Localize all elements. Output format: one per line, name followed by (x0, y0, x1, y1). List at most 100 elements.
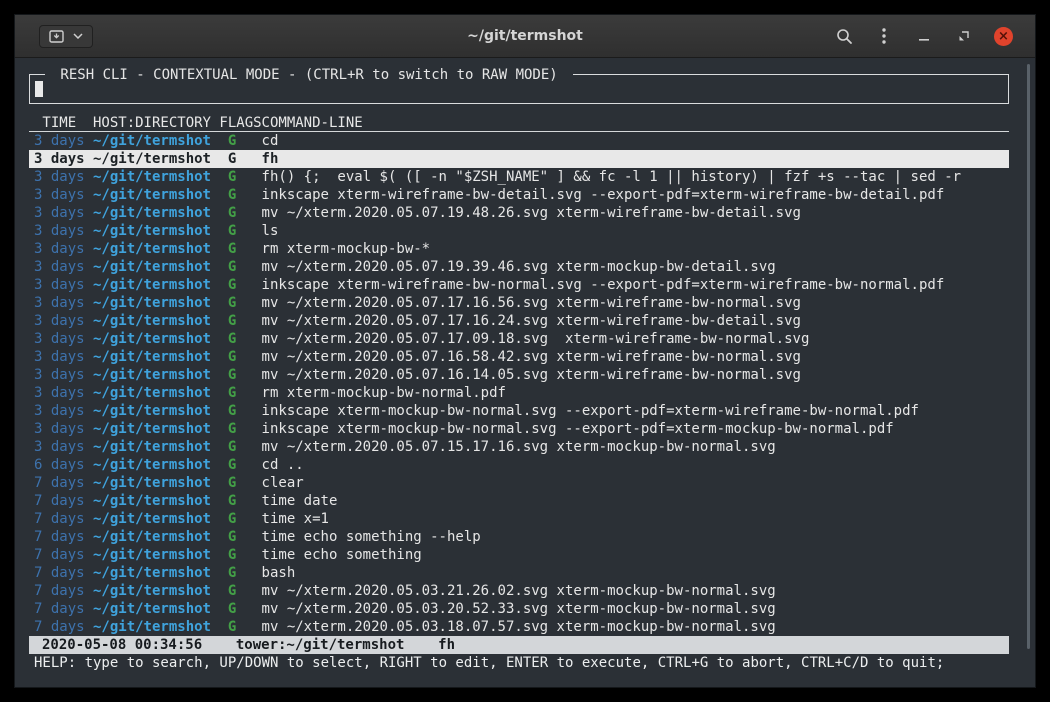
row-host-directory: ~/git/termshot (93, 312, 211, 330)
history-row[interactable]: 7 days ~/git/termshot G time x=1 (29, 510, 1009, 528)
history-row[interactable]: 3 days ~/git/termshot G cd (29, 132, 1009, 150)
row-time: 3 days (34, 150, 85, 168)
row-flags: G (219, 186, 253, 204)
row-flags: G (219, 312, 253, 330)
history-row[interactable]: 3 days ~/git/termshot G inkscape xterm-w… (29, 186, 1009, 204)
history-list: 3 days ~/git/termshot G cd 3 days ~/git/… (29, 132, 1009, 636)
history-row[interactable]: 3 days ~/git/termshot G fh() {; eval $( … (29, 168, 1009, 186)
row-flags: G (219, 618, 253, 636)
row-time: 7 days (34, 546, 85, 564)
status-datetime: 2020-05-08 00:34:56 (42, 637, 202, 653)
history-row[interactable]: 7 days ~/git/termshot G mv ~/xterm.2020.… (29, 600, 1009, 618)
row-time: 7 days (34, 582, 85, 600)
history-row[interactable]: 3 days ~/git/termshot G mv ~/xterm.2020.… (29, 348, 1009, 366)
history-row[interactable]: 3 days ~/git/termshot G mv ~/xterm.2020.… (29, 330, 1009, 348)
close-button[interactable]: × (994, 27, 1013, 46)
search-icon[interactable] (834, 26, 854, 46)
history-row[interactable]: 3 days ~/git/termshot G mv ~/xterm.2020.… (29, 204, 1009, 222)
chevron-down-icon (73, 33, 83, 39)
history-row[interactable]: 3 days ~/git/termshot G mv ~/xterm.2020.… (29, 366, 1009, 384)
row-command: time x=1 (262, 510, 1004, 528)
row-flags: G (219, 528, 253, 546)
row-time: 3 days (34, 240, 85, 258)
row-flags: G (219, 294, 253, 312)
row-host-directory: ~/git/termshot (93, 492, 211, 510)
history-row[interactable]: 7 days ~/git/termshot G time echo someth… (29, 546, 1009, 564)
row-command: rm xterm-mockup-bw-normal.pdf (262, 384, 1004, 402)
row-flags: G (219, 150, 253, 168)
search-input-box[interactable]: RESH CLI - CONTEXTUAL MODE - (CTRL+R to … (29, 74, 1009, 104)
row-command: mv ~/xterm.2020.05.07.16.14.05.svg xterm… (262, 366, 1004, 384)
history-row[interactable]: 7 days ~/git/termshot G clear (29, 474, 1009, 492)
row-flags: G (219, 240, 253, 258)
column-headers: TIME HOST:DIRECTORY FLAGS COMMAND-LINE (29, 114, 1009, 132)
row-flags: G (219, 420, 253, 438)
row-time: 3 days (34, 132, 85, 150)
restore-icon[interactable] (954, 26, 974, 46)
row-time: 3 days (34, 186, 85, 204)
status-host-directory: tower:~/git/termshot (236, 637, 405, 653)
close-icon: × (998, 30, 1009, 43)
row-command: cd .. (262, 456, 1004, 474)
row-host-directory: ~/git/termshot (93, 348, 211, 366)
terminal-screen[interactable]: RESH CLI - CONTEXTUAL MODE - (CTRL+R to … (15, 58, 1035, 687)
row-time: 3 days (34, 420, 85, 438)
history-row[interactable]: 7 days ~/git/termshot G time echo someth… (29, 528, 1009, 546)
row-host-directory: ~/git/termshot (93, 276, 211, 294)
row-flags: G (219, 474, 253, 492)
history-row[interactable]: 3 days ~/git/termshot G rm xterm-mockup-… (29, 240, 1009, 258)
row-command: time echo something --help (262, 528, 1004, 546)
history-row[interactable]: 3 days ~/git/termshot G inkscape xterm-m… (29, 402, 1009, 420)
history-row[interactable]: 3 days ~/git/termshot G mv ~/xterm.2020.… (29, 438, 1009, 456)
column-header-command-line: COMMAND-LINE (262, 114, 1004, 132)
row-host-directory: ~/git/termshot (93, 366, 211, 384)
row-flags: G (219, 348, 253, 366)
row-time: 7 days (34, 618, 85, 636)
search-box-title: RESH CLI - CONTEXTUAL MODE - (CTRL+R to … (45, 66, 573, 84)
row-host-directory: ~/git/termshot (93, 222, 211, 240)
history-row[interactable]: 7 days ~/git/termshot G mv ~/xterm.2020.… (29, 582, 1009, 600)
row-time: 3 days (34, 348, 85, 366)
row-command: time echo something (262, 546, 1004, 564)
row-time: 7 days (34, 564, 85, 582)
history-row[interactable]: 6 days ~/git/termshot G cd .. (29, 456, 1009, 474)
row-flags: G (219, 456, 253, 474)
row-flags: G (219, 546, 253, 564)
row-host-directory: ~/git/termshot (93, 456, 211, 474)
history-row[interactable]: 3 days ~/git/termshot G inkscape xterm-w… (29, 276, 1009, 294)
row-command: mv ~/xterm.2020.05.07.15.17.16.svg xterm… (262, 438, 1004, 456)
row-flags: G (219, 564, 253, 582)
row-command: mv ~/xterm.2020.05.07.17.09.18.svg xterm… (262, 330, 1004, 348)
history-row[interactable]: 3 days ~/git/termshot G ls (29, 222, 1009, 240)
menu-kebab-icon[interactable] (874, 26, 894, 46)
row-time: 3 days (34, 276, 85, 294)
scrollbar[interactable] (1027, 64, 1030, 649)
row-command: cd (262, 132, 1004, 150)
history-row[interactable]: 3 days ~/git/termshot G fh (29, 150, 1009, 168)
help-bar: HELP: type to search, UP/DOWN to select,… (29, 654, 1009, 672)
history-row[interactable]: 7 days ~/git/termshot G bash (29, 564, 1009, 582)
row-command: bash (262, 564, 1004, 582)
history-row[interactable]: 3 days ~/git/termshot G inkscape xterm-m… (29, 420, 1009, 438)
row-flags: G (219, 204, 253, 222)
row-time: 3 days (34, 366, 85, 384)
history-row[interactable]: 7 days ~/git/termshot G mv ~/xterm.2020.… (29, 618, 1009, 636)
history-row[interactable]: 3 days ~/git/termshot G mv ~/xterm.2020.… (29, 294, 1009, 312)
history-row[interactable]: 3 days ~/git/termshot G mv ~/xterm.2020.… (29, 258, 1009, 276)
row-time: 7 days (34, 510, 85, 528)
row-host-directory: ~/git/termshot (93, 600, 211, 618)
history-row[interactable]: 3 days ~/git/termshot G rm xterm-mockup-… (29, 384, 1009, 402)
row-flags: G (219, 276, 253, 294)
row-command: mv ~/xterm.2020.05.03.20.52.33.svg xterm… (262, 600, 1004, 618)
row-command: inkscape xterm-wireframe-bw-normal.svg -… (262, 276, 1004, 294)
minimize-icon[interactable] (914, 26, 934, 46)
row-host-directory: ~/git/termshot (93, 528, 211, 546)
row-flags: G (219, 438, 253, 456)
history-row[interactable]: 7 days ~/git/termshot G time date (29, 492, 1009, 510)
new-tab-button[interactable] (39, 25, 93, 48)
row-host-directory: ~/git/termshot (93, 168, 211, 186)
history-row[interactable]: 3 days ~/git/termshot G mv ~/xterm.2020.… (29, 312, 1009, 330)
row-time: 3 days (34, 330, 85, 348)
titlebar: ~/git/termshot (15, 15, 1035, 58)
row-flags: G (219, 402, 253, 420)
